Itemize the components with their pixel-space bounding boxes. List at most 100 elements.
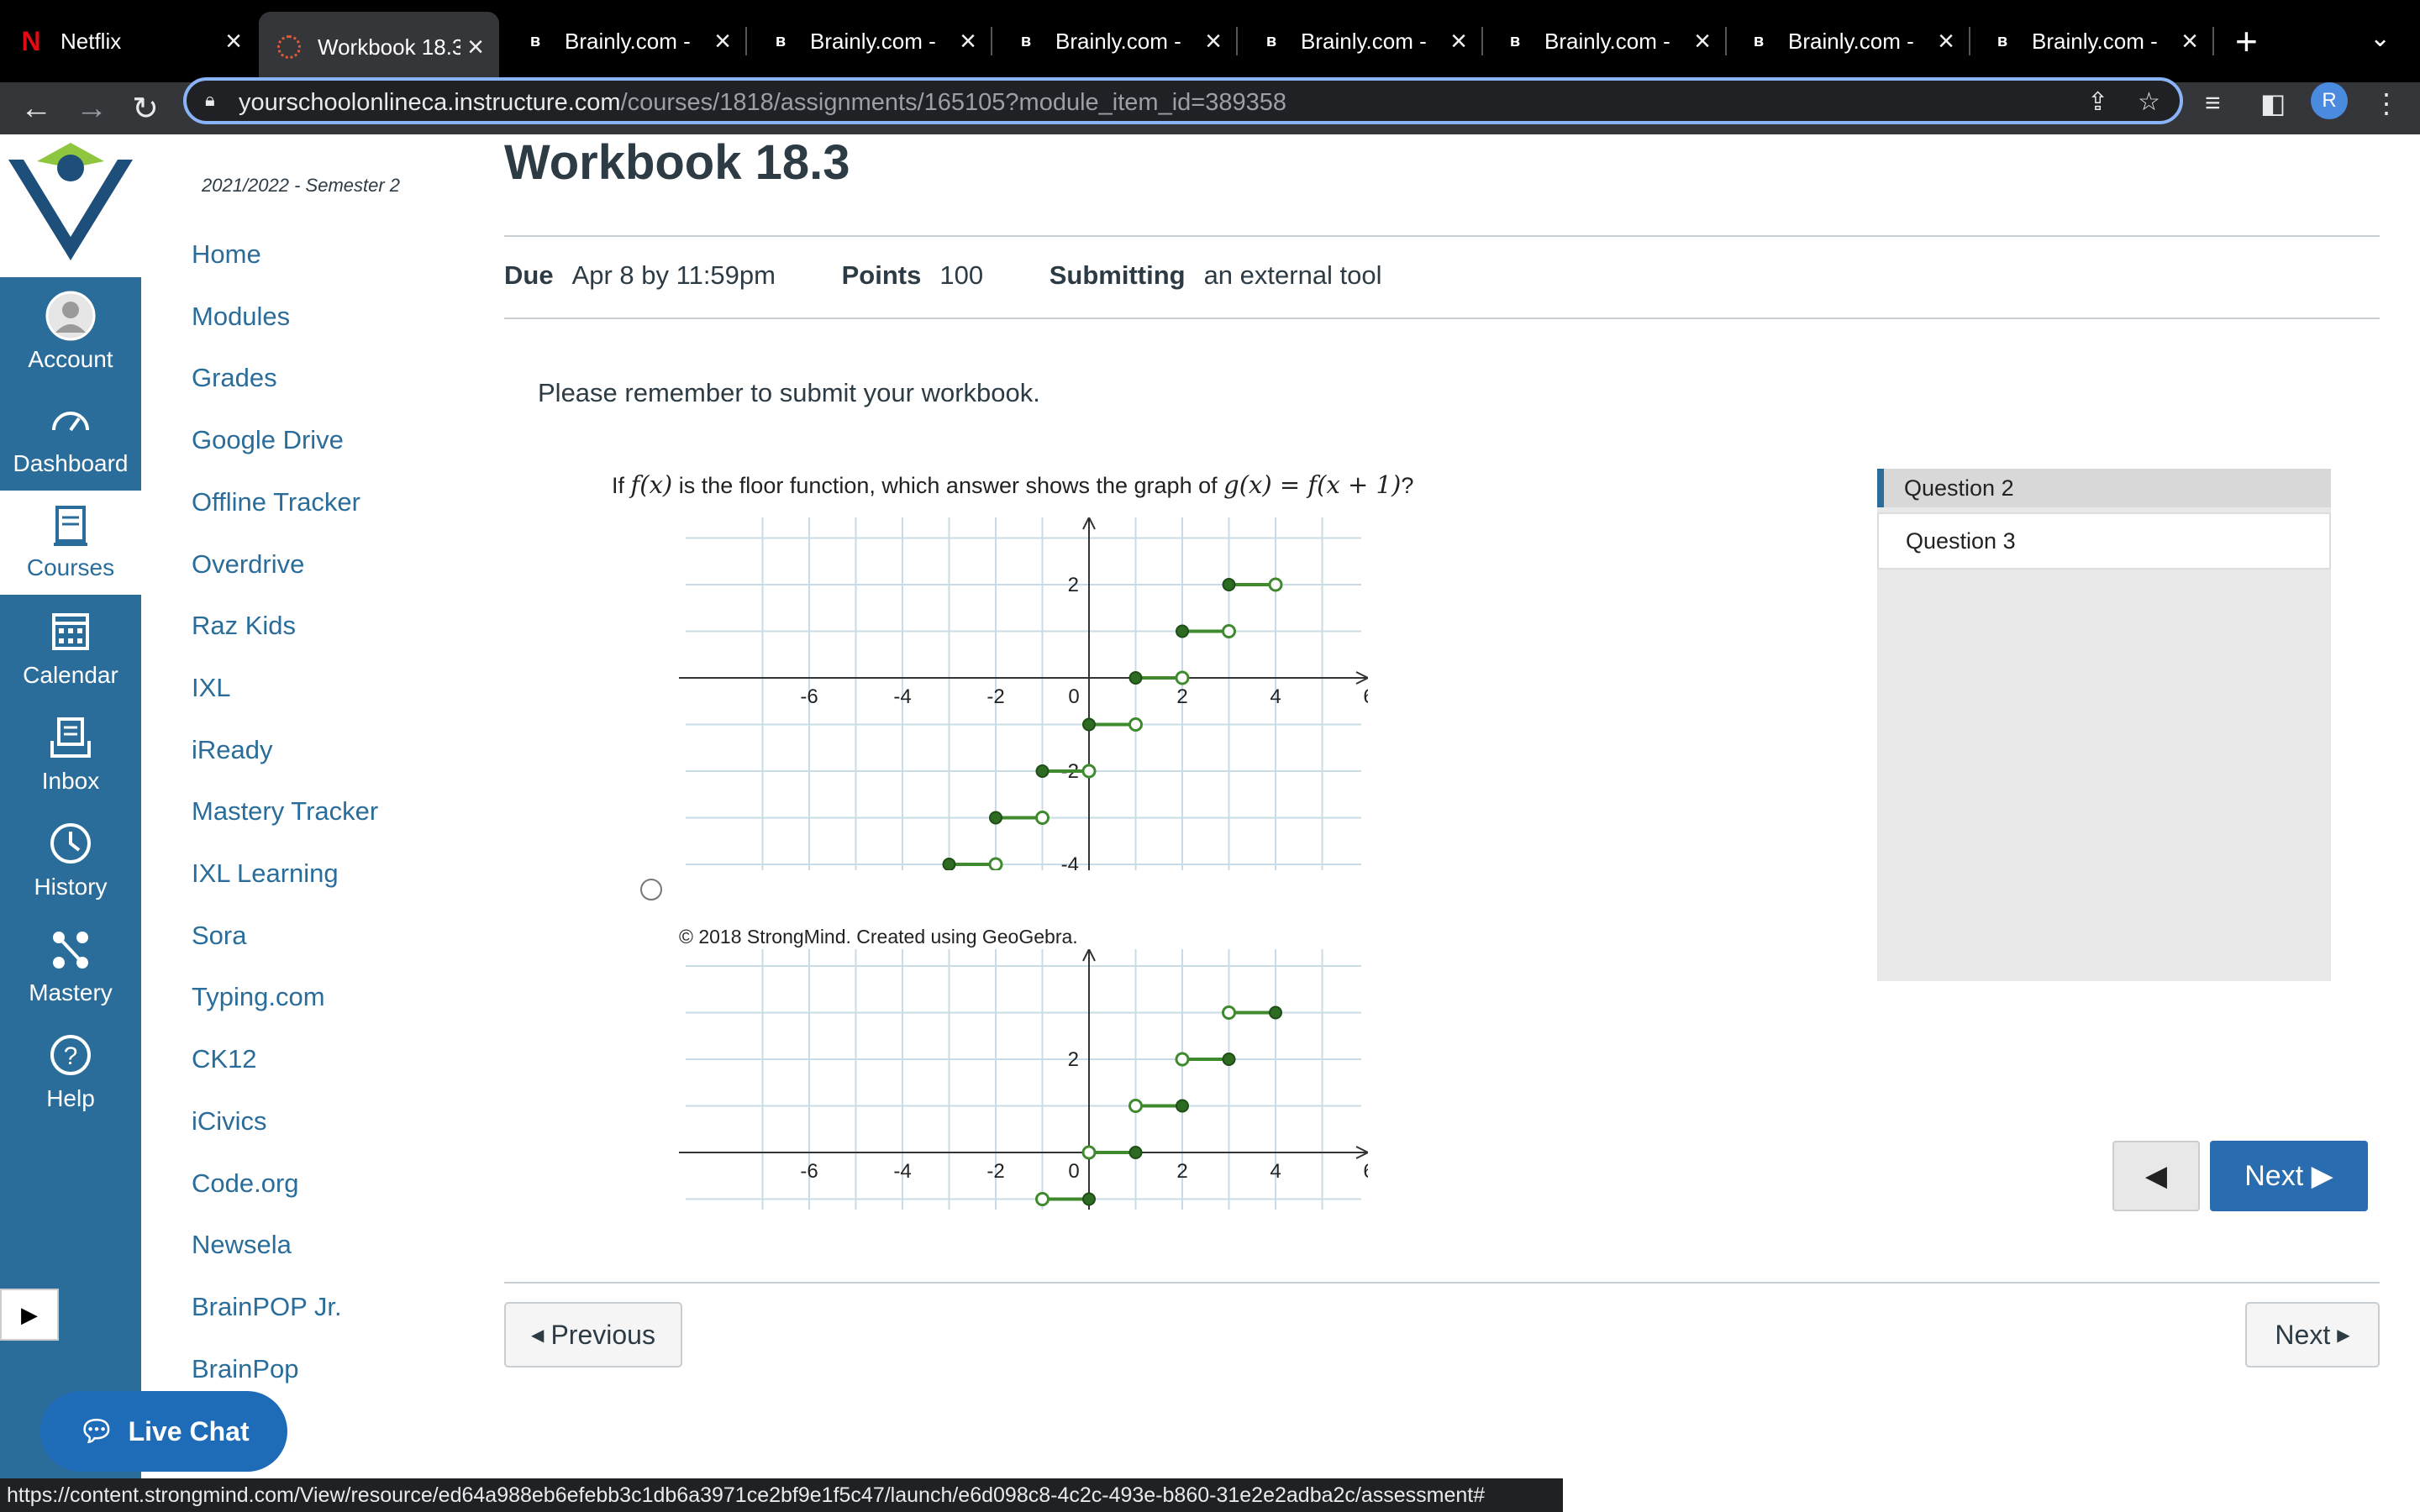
global-navigation: Account Dashboard Courses Calendar Inbox… (0, 134, 141, 1512)
tab-brainly[interactable]: ʙ Brainly.com - × (1728, 15, 1970, 67)
x-tick-label: 0 (1068, 685, 1079, 708)
course-nav-link[interactable]: Raz Kids (192, 611, 296, 641)
course-nav-link[interactable]: Sora (192, 921, 246, 951)
main-content: Workbook 18.3 Due Apr 8 by 11:59pm Points… (504, 134, 2420, 1478)
side-panel-icon[interactable]: ◧ (2260, 87, 2286, 119)
x-tick-label: 4 (1270, 685, 1281, 708)
course-nav-link[interactable]: Typing.com (192, 982, 325, 1012)
question-mid: is the floor function, which answer show… (678, 473, 1218, 498)
previous-question-button[interactable]: ◀ (2112, 1141, 2200, 1211)
tab-brainly[interactable]: ʙ Brainly.com - × (1971, 15, 2214, 67)
answer-radio-a[interactable] (640, 879, 662, 900)
tab-brainly[interactable]: ʙ Brainly.com - × (1484, 15, 1727, 67)
course-nav-link[interactable]: BrainPOP Jr. (192, 1292, 342, 1322)
x-tick-label: -2 (986, 1160, 1004, 1183)
school-logo[interactable] (0, 134, 141, 277)
tab-brainly[interactable]: ʙ Brainly.com - × (995, 15, 1238, 67)
close-tab-icon[interactable]: × (2175, 25, 2205, 58)
course-nav-link[interactable]: Code.org (192, 1168, 299, 1199)
course-nav-link[interactable]: Home (192, 239, 261, 270)
live-chat-label: Live Chat (128, 1415, 250, 1446)
tab-netflix[interactable]: N Netflix × (0, 15, 257, 67)
forward-arrow-icon[interactable]: → (72, 89, 111, 128)
tab-title: Brainly.com - (1544, 28, 1670, 54)
global-nav-label: History (34, 874, 108, 900)
bookmark-star-icon[interactable]: ☆ (2138, 87, 2160, 117)
question-item[interactable]: Question 3 (1877, 512, 2331, 570)
close-tab-icon[interactable]: × (953, 25, 983, 58)
close-tab-icon[interactable]: × (218, 25, 249, 58)
course-nav-link[interactable]: iReady (192, 735, 273, 765)
course-nav-link[interactable]: Grades (192, 363, 277, 393)
open-endpoint (1035, 1192, 1050, 1206)
media-queue-icon[interactable]: ≡ (2205, 87, 2221, 118)
close-tab-icon[interactable]: × (1444, 25, 1474, 58)
play-toggle-icon[interactable]: ▶ (0, 1289, 59, 1341)
closed-endpoint (989, 811, 1002, 825)
course-nav-link[interactable]: iCivics (192, 1106, 267, 1137)
question-item-current[interactable]: Question 2 (1877, 469, 2331, 507)
graph-credit: © 2018 StrongMind. Created using GeoGebr… (679, 926, 1078, 948)
course-nav-link[interactable]: Modules (192, 302, 290, 332)
share-icon[interactable]: ⇪ (2087, 87, 2108, 117)
brainly-icon: ʙ (775, 31, 786, 50)
assignment-details: Due Apr 8 by 11:59pm Points 100 Submitting… (504, 260, 1441, 291)
course-nav-link[interactable]: Newsela (192, 1230, 292, 1260)
course-nav-link[interactable]: Overdrive (192, 549, 304, 580)
close-tab-icon[interactable]: × (1198, 25, 1228, 58)
chevron-down-icon[interactable]: ⌄ (2370, 24, 2391, 53)
next-question-label: Next (2244, 1159, 2304, 1192)
course-nav-link[interactable]: IXL Learning (192, 858, 339, 889)
course-nav-link[interactable]: Offline Tracker (192, 487, 360, 517)
address-bar[interactable]: 🔒︎ yourschoolonlineca.instructure.com/co… (183, 77, 2183, 124)
inbox-icon (50, 717, 91, 758)
global-nav-label: Inbox (41, 768, 100, 794)
global-nav-inbox[interactable]: Inbox (0, 704, 141, 808)
answer-graph-a: -6-4-202462-2-4 (679, 517, 1368, 870)
global-nav-dashboard[interactable]: Dashboard (0, 386, 141, 491)
tab-title: Brainly.com - (2032, 28, 2158, 54)
tab-brainly[interactable]: ʙ Brainly.com - × (504, 15, 747, 67)
caret-left-icon: ◀ (531, 1326, 544, 1345)
url-text[interactable]: yourschoolonlineca.instructure.com/cours… (239, 89, 1286, 117)
browser-menu-icon[interactable]: ⋮ (2373, 87, 2400, 119)
tab-title: Brainly.com - (1055, 28, 1181, 54)
global-nav-courses[interactable]: Courses (0, 491, 141, 595)
global-nav-label: Help (46, 1085, 95, 1111)
course-nav-link[interactable]: BrainPop (192, 1354, 299, 1384)
new-tab-icon[interactable]: + (2235, 22, 2258, 60)
close-tab-icon[interactable]: × (460, 31, 491, 64)
answer-graph-b: -6 -4 -2 0 2 4 6 2 (679, 949, 1368, 1210)
tab-brainly[interactable]: ʙ Brainly.com - × (1240, 15, 1483, 67)
x-tick-label: -6 (800, 1160, 818, 1183)
course-nav-link[interactable]: Mastery Tracker (192, 796, 378, 827)
global-nav-calendar[interactable]: Calendar (0, 598, 141, 702)
profile-avatar[interactable]: R (2311, 82, 2348, 119)
previous-button[interactable]: ◀ Previous (504, 1302, 682, 1368)
live-chat-button[interactable]: 💬︎ Live Chat (40, 1391, 287, 1472)
tab-workbook[interactable]: Workbook 18.3 × (259, 12, 499, 82)
global-nav-help[interactable]: ? Help (0, 1021, 141, 1126)
global-nav-account[interactable]: Account (0, 282, 141, 386)
back-arrow-icon[interactable]: ← (17, 89, 55, 128)
course-nav-link[interactable]: IXL (192, 673, 231, 703)
open-endpoint (1175, 670, 1190, 685)
close-tab-icon[interactable]: × (1687, 25, 1718, 58)
question-prefix: If (612, 473, 625, 498)
course-nav-link[interactable]: Google Drive (192, 425, 344, 455)
global-nav-history[interactable]: History (0, 810, 141, 914)
history-icon (50, 823, 91, 864)
global-nav-mastery[interactable]: Mastery (0, 916, 141, 1020)
y-tick-label: 2 (1068, 574, 1079, 596)
next-question-button[interactable]: Next ▶ (2210, 1141, 2368, 1211)
next-button[interactable]: Next ▶ (2245, 1302, 2380, 1368)
tab-brainly[interactable]: ʙ Brainly.com - × (750, 15, 992, 67)
status-url-bar: https://content.strongmind.com/View/reso… (0, 1478, 1563, 1512)
course-nav-link[interactable]: CK12 (192, 1044, 257, 1074)
close-tab-icon[interactable]: × (708, 25, 738, 58)
reload-icon[interactable]: ↻ (126, 89, 165, 128)
url-path: /courses/1818/assignments/165105?module_… (620, 89, 1286, 116)
y-tick-label: 2 (1068, 1048, 1079, 1071)
close-tab-icon[interactable]: × (1931, 25, 1961, 58)
x-tick-label: 0 (1068, 1160, 1079, 1183)
